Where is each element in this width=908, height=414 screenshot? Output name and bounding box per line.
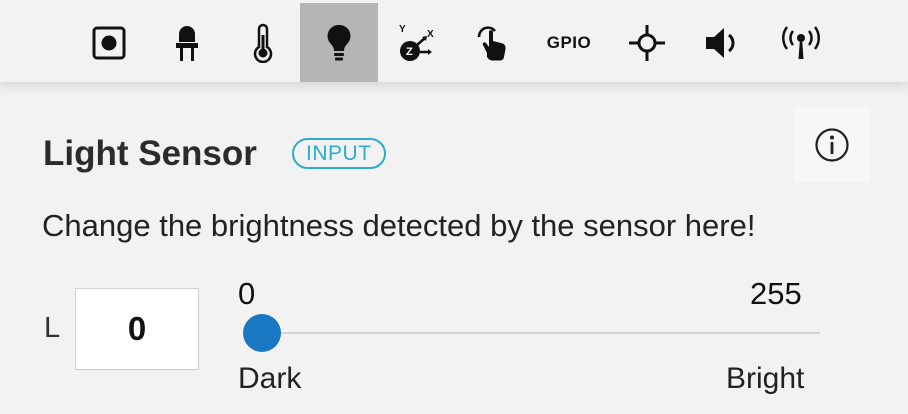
tab-led[interactable]: [148, 3, 226, 82]
dark-label: Dark: [238, 362, 302, 395]
compass-icon: [629, 24, 665, 61]
tab-button[interactable]: [70, 3, 148, 82]
slider-track[interactable]: [262, 332, 820, 334]
tab-gpio[interactable]: GPIO: [530, 3, 608, 82]
tab-touch[interactable]: [454, 3, 532, 82]
led-icon: [176, 25, 198, 61]
slider-max-label: 255: [750, 276, 802, 311]
info-button[interactable]: [794, 108, 870, 182]
tab-temperature[interactable]: [224, 3, 302, 82]
tab-light-sensor[interactable]: [300, 3, 378, 82]
tab-sound[interactable]: [684, 3, 762, 82]
touch-icon: [477, 25, 506, 60]
speaker-icon: [706, 27, 735, 58]
input-badge: INPUT: [292, 138, 386, 169]
bright-label: Bright: [726, 362, 805, 395]
gpio-icon: GPIO: [546, 32, 592, 52]
button-icon: [92, 26, 126, 59]
page-title: Light Sensor: [43, 134, 257, 173]
tab-radio[interactable]: [762, 3, 840, 82]
lightbulb-icon: [327, 24, 351, 60]
description-text: Change the brightness detected by the se…: [42, 208, 756, 243]
axis-y-label: Y: [399, 24, 406, 35]
slider-min-label: 0: [238, 276, 256, 311]
module-toolbar: Y X Z GPIO: [0, 0, 908, 82]
axis-z-label: Z: [406, 46, 413, 58]
info-icon: [815, 128, 849, 162]
accelerometer-icon: Y X Z: [399, 24, 434, 61]
tab-compass[interactable]: [608, 3, 686, 82]
tab-accelerometer[interactable]: Y X Z: [376, 3, 454, 82]
channel-label: L: [44, 312, 61, 344]
axis-x-label: X: [427, 29, 434, 40]
slider-thumb[interactable]: [243, 314, 281, 352]
value-input[interactable]: 0: [75, 288, 199, 370]
radio-icon: [782, 25, 820, 59]
thermometer-icon: [253, 23, 273, 63]
